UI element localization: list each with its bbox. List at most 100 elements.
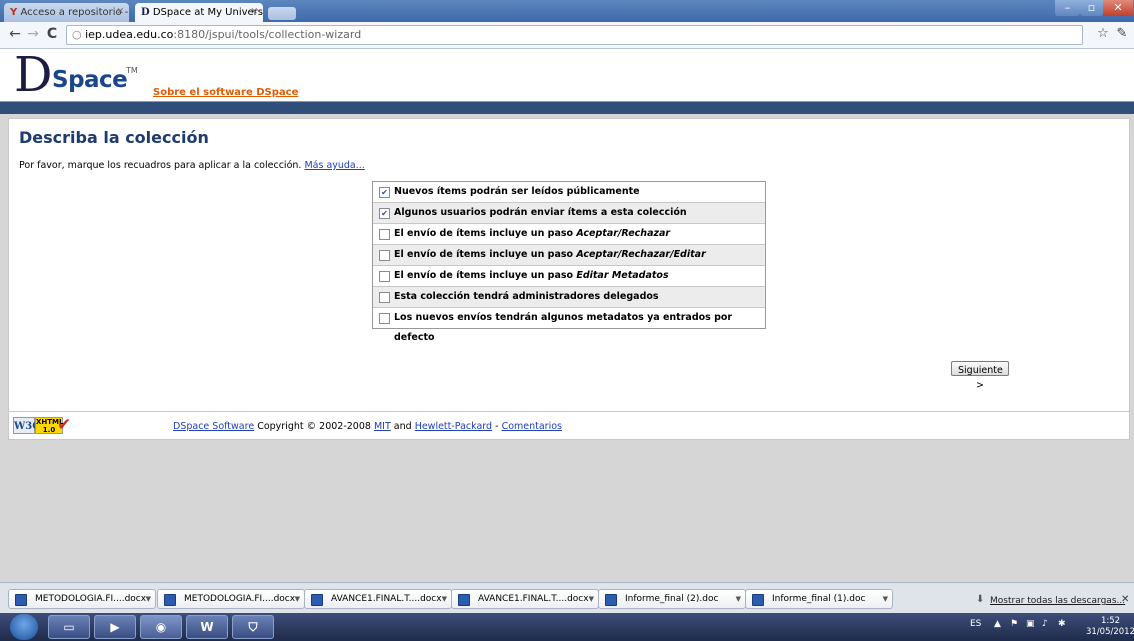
option-row: El envío de ítems incluye un paso Acepta… [373, 224, 765, 245]
download-item[interactable]: METODOLOGIA.FI....docx ▼ [157, 589, 305, 609]
close-icon[interactable]: ✕ [1121, 594, 1129, 605]
option-label: Nuevos ítems podrán ser leídos públicame… [394, 186, 640, 197]
option-label: El envío de ítems incluye un paso Editar… [394, 270, 669, 281]
help-link[interactable]: Más ayuda... [304, 160, 364, 171]
chrome-icon[interactable]: ◉ [140, 615, 182, 639]
w3c-xhtml-badge[interactable]: W3C XHTML 1.0 ✔ [13, 415, 73, 435]
minimize-button[interactable]: – [1055, 0, 1080, 16]
trademark: TM [126, 66, 138, 75]
feedback-link[interactable]: Comentarios [502, 421, 562, 432]
word-doc-icon [164, 594, 176, 606]
page-viewport: D Space TM Sobre el software DSpace Desc… [0, 49, 1134, 581]
close-tab-icon[interactable]: ✕ [116, 3, 124, 22]
omnibar: ← → C ○ iep.udea.edu.co:8180/jspui/tools… [0, 22, 1134, 49]
reload-icon[interactable]: C [43, 25, 61, 43]
page-title: Describa la colección [19, 128, 209, 147]
download-arrow-icon: ⬇ [976, 594, 985, 605]
clock-date: 31/05/2012 [1086, 627, 1134, 637]
intro-text: Por favor, marque los recuadros para apl… [19, 160, 365, 171]
option-label: Algunos usuarios podrán enviar ítems a e… [394, 207, 687, 218]
url-path: :8180/jspui/tools/collection-wizard [173, 28, 362, 41]
header-divider-bar [0, 101, 1134, 114]
chevron-down-icon[interactable]: ▼ [736, 590, 741, 608]
word-doc-icon [605, 594, 617, 606]
checkbox-default-metadata[interactable] [379, 313, 390, 324]
about-dspace-link[interactable]: Sobre el software DSpace [153, 87, 298, 98]
checkbox-public-read[interactable]: ✔ [379, 187, 390, 198]
w3c-logo: W3C [13, 417, 40, 434]
browser-titlebar: Y Acceso a repositorio - Band ✕ D DSpace… [0, 0, 1134, 22]
download-item[interactable]: AVANCE1.FINAL.T....docx ▼ [304, 589, 452, 609]
word-icon[interactable]: W [186, 615, 228, 639]
chevron-down-icon[interactable]: ▼ [146, 590, 151, 608]
option-row: Esta colección tendrá administradores de… [373, 287, 765, 308]
network-icon[interactable]: ▣ [1026, 619, 1035, 629]
download-item[interactable]: Informe_final (1).doc ▼ [745, 589, 893, 609]
forward-arrow-icon[interactable]: → [24, 25, 42, 43]
download-item[interactable]: AVANCE1.FINAL.T....docx ▼ [451, 589, 599, 609]
clock[interactable]: 1:52 31/05/2012 [1086, 616, 1134, 638]
address-bar[interactable]: ○ iep.udea.edu.co:8180/jspui/tools/colle… [66, 25, 1083, 45]
tab-acceso-repositorio[interactable]: Y Acceso a repositorio - Band ✕ [4, 3, 129, 22]
tab-dspace[interactable]: D DSpace at My University: D ✕ [135, 3, 263, 22]
tab-label: DSpace at My University: D [152, 7, 263, 18]
option-row: Los nuevos envíos tendrán algunos metada… [373, 308, 765, 343]
tab-label: Acceso a repositorio - Band [20, 7, 129, 18]
chevron-down-icon[interactable]: ▼ [295, 590, 300, 608]
bluetooth-icon[interactable]: ✱ [1058, 619, 1066, 629]
checkbox-accept-reject-edit-step[interactable] [379, 250, 390, 261]
star-icon[interactable]: ☆ [1094, 25, 1112, 43]
show-all-downloads-link[interactable]: Mostrar todas las descargas... [990, 596, 1125, 606]
word-doc-icon [311, 594, 323, 606]
start-button[interactable] [10, 614, 38, 640]
option-row: ✔ Algunos usuarios podrán enviar ítems a… [373, 203, 765, 224]
option-label: El envío de ítems incluye un paso Acepta… [394, 228, 671, 239]
dspace-favicon-icon: D [141, 7, 150, 18]
wrench-icon[interactable]: ✎ [1113, 25, 1131, 43]
close-window-button[interactable]: ✕ [1103, 0, 1133, 16]
main-content: Describa la colección Por favor, marque … [8, 118, 1130, 412]
chevron-down-icon[interactable]: ▼ [442, 590, 447, 608]
footer-text: DSpace Software Copyright © 2002-2008 MI… [173, 421, 562, 432]
back-arrow-icon[interactable]: ← [6, 25, 24, 43]
clock-time: 1:52 [1100, 616, 1121, 626]
checkbox-delegated-admins[interactable] [379, 292, 390, 303]
dspace-software-link[interactable]: DSpace Software [173, 421, 254, 432]
media-player-icon[interactable]: ▶ [94, 615, 136, 639]
url-host: iep.udea.edu.co [85, 28, 174, 41]
next-button[interactable]: Siguiente > [951, 361, 1009, 391]
option-row: El envío de ítems incluye un paso Acepta… [373, 245, 765, 280]
windows-taskbar: ▭ ▶ ◉ W ⛉ ES ▲ ⚑ ▣ ♪ ✱ 1:52 31/05/2012 [0, 613, 1134, 641]
page-footer: W3C XHTML 1.0 ✔ DSpace Software Copyright… [8, 411, 1130, 440]
option-row: El envío de ítems incluye un paso Editar… [373, 266, 765, 287]
download-item[interactable]: Informe_final (2).doc ▼ [598, 589, 746, 609]
download-item[interactable]: METODOLOGIA.FI....docx ▼ [8, 589, 156, 609]
option-label: Los nuevos envíos tendrán algunos metada… [394, 312, 733, 343]
mit-link[interactable]: MIT [374, 421, 391, 432]
option-label: Esta colección tendrá administradores de… [394, 291, 659, 302]
page-info-icon: ○ [72, 28, 82, 41]
show-hidden-icons[interactable]: ▲ [994, 619, 1001, 629]
tab-favicon-icon: Y [10, 7, 18, 18]
action-center-icon[interactable]: ⚑ [1010, 619, 1018, 629]
checkbox-edit-metadata-step[interactable] [379, 271, 390, 282]
language-indicator[interactable]: ES [970, 619, 981, 629]
dspace-logo-d[interactable]: D [14, 50, 52, 100]
close-tab-icon[interactable]: ✕ [250, 3, 258, 22]
checkbox-submitters[interactable]: ✔ [379, 208, 390, 219]
chevron-down-icon[interactable]: ▼ [883, 590, 888, 608]
maximize-button[interactable]: ▫ [1080, 0, 1103, 16]
chevron-down-icon[interactable]: ▼ [589, 590, 594, 608]
checkbox-accept-reject-step[interactable] [379, 229, 390, 240]
options-table: ✔ Nuevos ítems podrán ser leídos pública… [372, 181, 766, 343]
downloads-bar: METODOLOGIA.FI....docx ▼ METODOLOGIA.FI.… [0, 582, 1134, 614]
explorer-icon[interactable]: ▭ [48, 615, 90, 639]
new-tab-button[interactable] [268, 7, 296, 20]
hp-link[interactable]: Hewlett-Packard [415, 421, 492, 432]
volume-icon[interactable]: ♪ [1042, 619, 1048, 629]
dspace-logo-text[interactable]: Space [52, 67, 128, 93]
word-doc-icon [15, 594, 27, 606]
security-shield-icon[interactable]: ⛉ [232, 615, 274, 639]
check-icon: ✔ [57, 415, 72, 435]
dspace-header: D Space TM Sobre el software DSpace [0, 49, 1134, 101]
